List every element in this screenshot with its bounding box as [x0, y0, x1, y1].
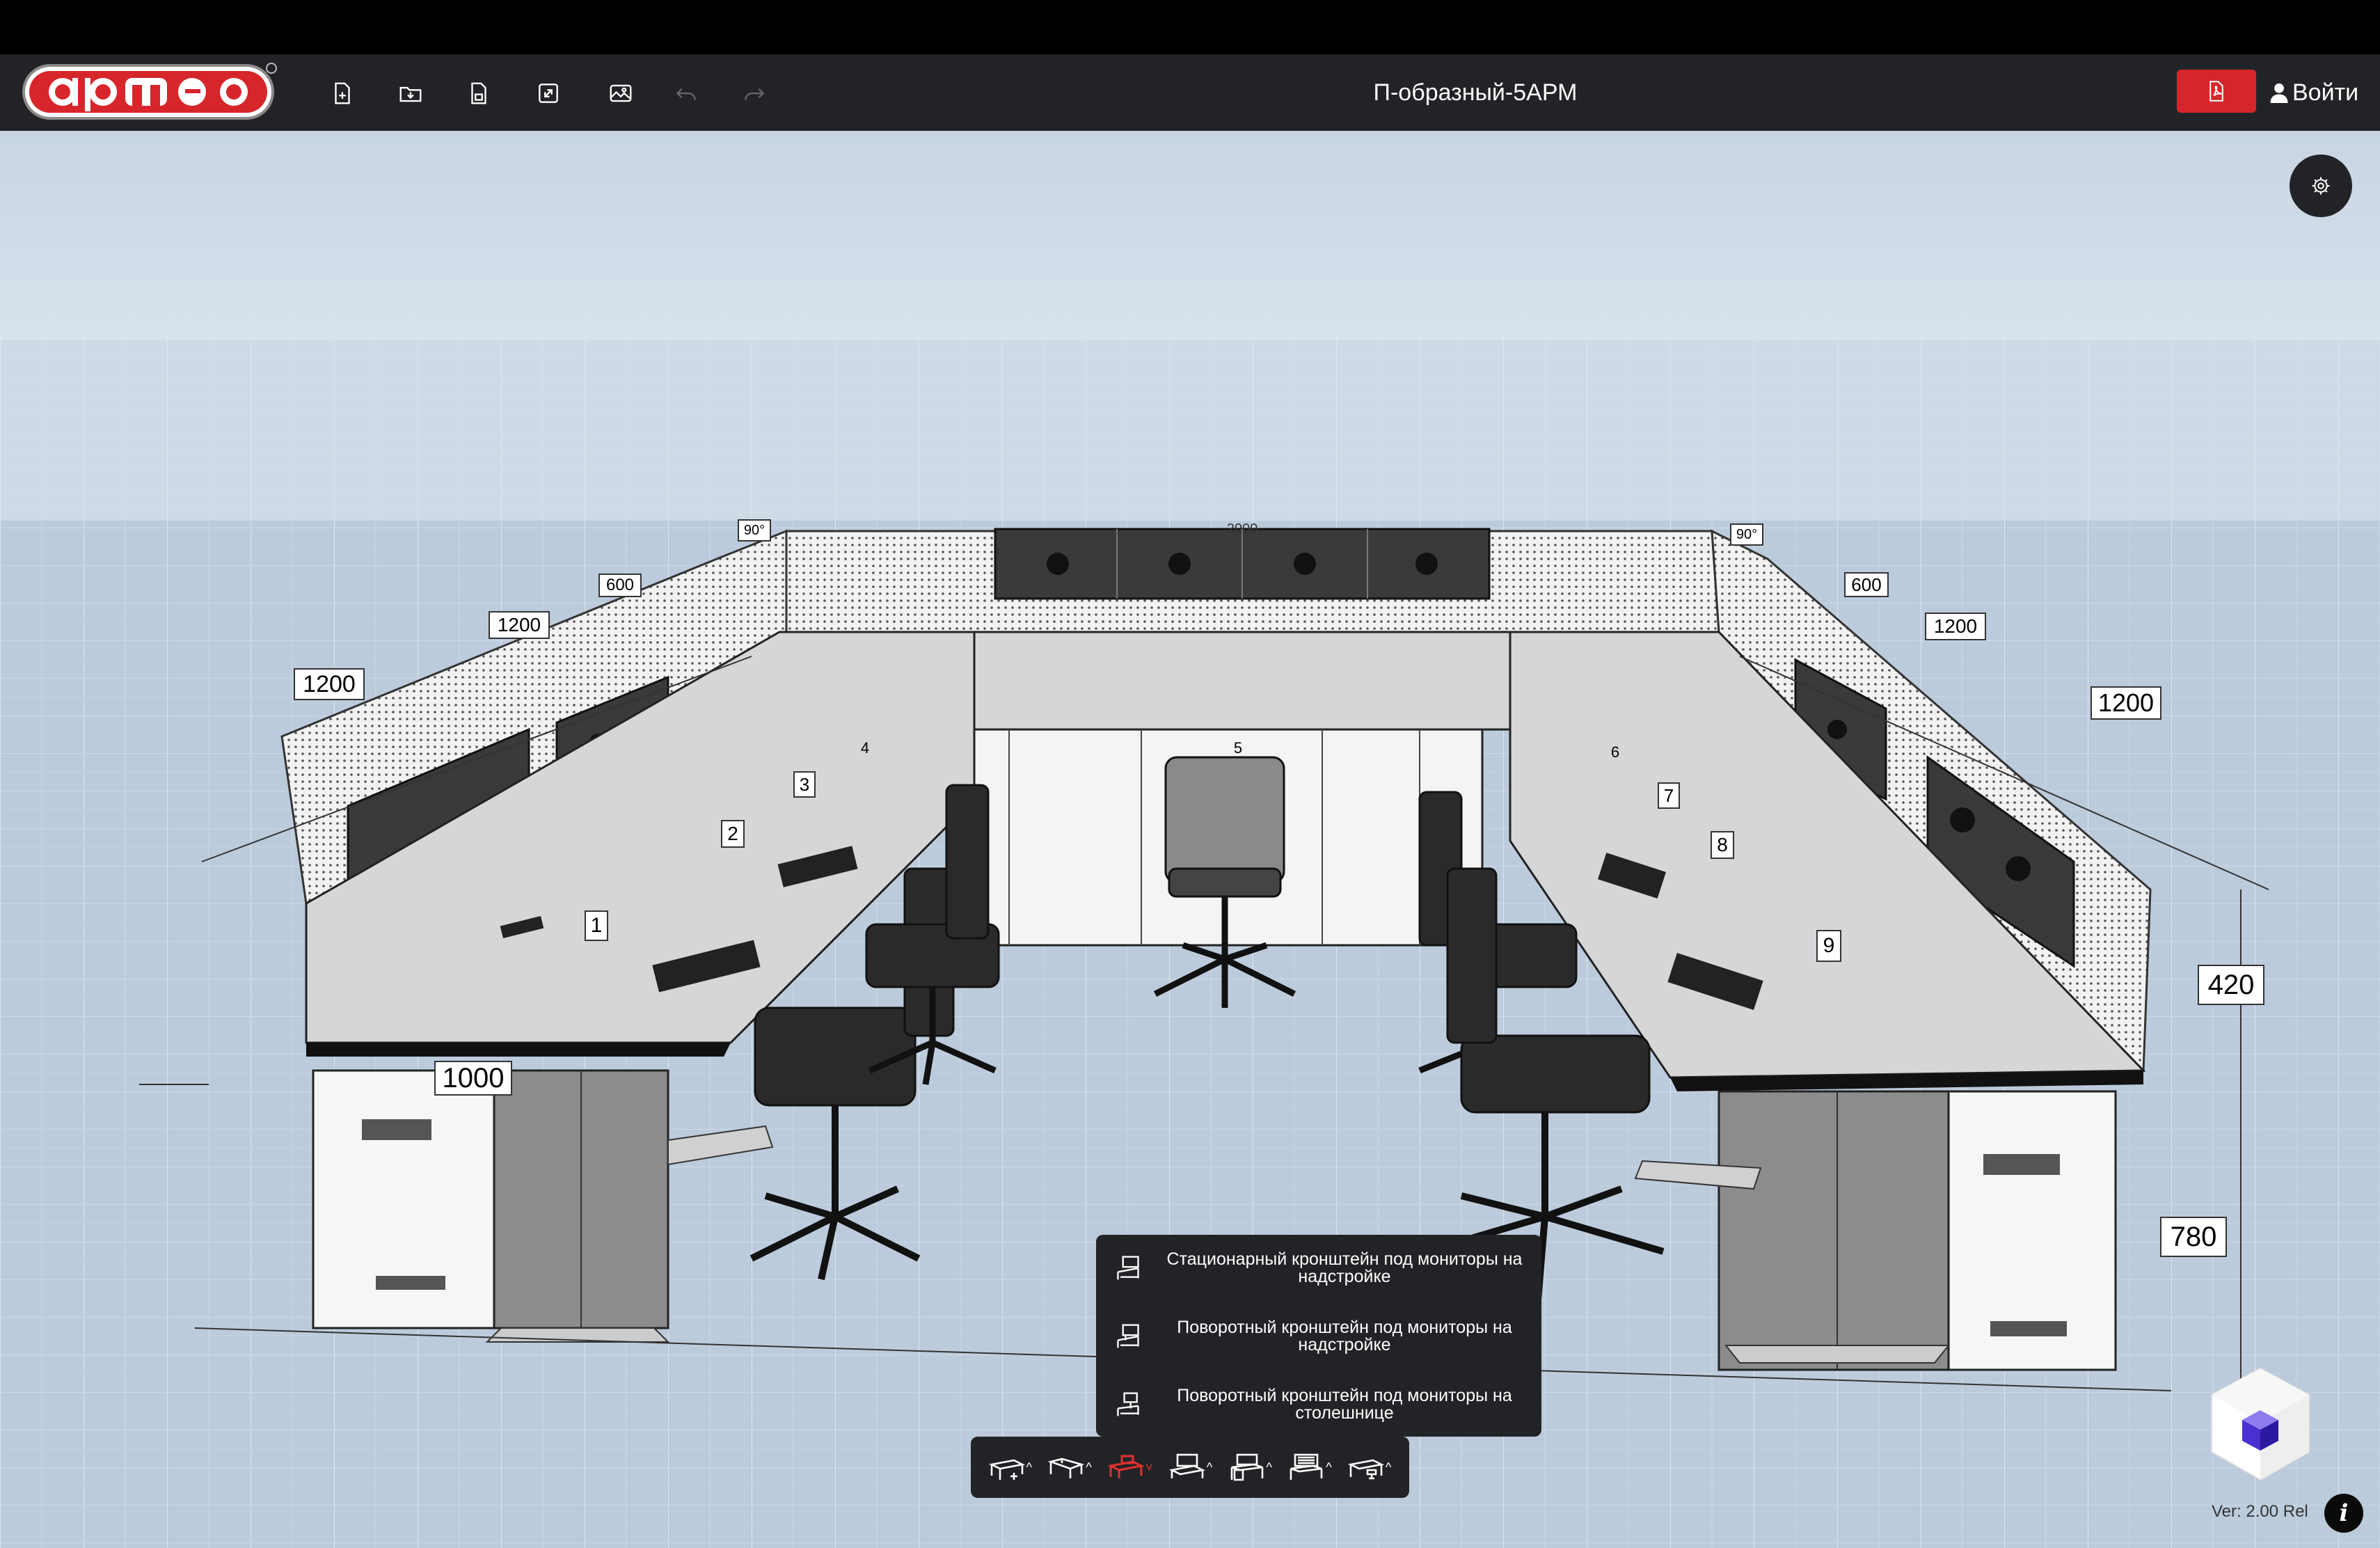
image-icon	[610, 84, 632, 102]
dimension-label: 600	[598, 574, 642, 597]
new-file-button[interactable]	[320, 71, 365, 116]
panel-icon	[1290, 1453, 1323, 1480]
fullscreen-button[interactable]	[526, 71, 571, 116]
workplace-number[interactable]: 9	[1816, 930, 1841, 962]
expand-icon	[539, 84, 558, 103]
dimension-label: 780	[2160, 1217, 2227, 1257]
angle-label: 90°	[1730, 523, 1763, 546]
gear-icon	[2312, 177, 2330, 195]
monitor-bracket-icon	[1117, 1324, 1139, 1348]
monitor-bracket-icon	[1117, 1256, 1139, 1280]
info-button[interactable]: i	[2324, 1494, 2363, 1533]
menu-item-label: Поворотный кронштейн под мониторы на сто…	[1177, 1386, 1512, 1423]
expand-caret: ^	[1026, 1460, 1033, 1474]
menu-item-label: Поворотный кронштейн под мониторы на над…	[1177, 1318, 1512, 1354]
workplace-number[interactable]: 4	[857, 739, 873, 757]
armeo-logo[interactable]	[21, 61, 277, 123]
view-cube[interactable]	[2205, 1363, 2316, 1488]
desk-plus-icon	[988, 1459, 1025, 1480]
monitor-bracket-icon	[1108, 1455, 1145, 1478]
dimension-label: 1200	[294, 668, 365, 700]
monitor-bracket-menu: Стационарный кронштейн под мониторы на н…	[1096, 1235, 1541, 1437]
expand-caret: ˅	[1145, 1460, 1153, 1474]
menu-item-label: Стационарный кронштейн под мониторы на н…	[1166, 1249, 1523, 1286]
dimension-label: 1200	[2091, 686, 2161, 720]
dimension-label: 1200	[489, 611, 550, 639]
desk-corner-tool[interactable]: ^	[1048, 1453, 1092, 1481]
object-toolbar: ^ ^ ˅ ^ ^ ^ ^	[971, 1437, 1409, 1498]
redo-icon	[745, 88, 765, 100]
dimension-label: 1200	[1925, 613, 1986, 640]
cabinet-icon	[1230, 1453, 1263, 1481]
superstructure-tool[interactable]: ^	[1168, 1453, 1213, 1481]
workplace-number[interactable]: 1	[585, 910, 608, 941]
expand-caret: ^	[1385, 1460, 1392, 1474]
dimension-label: 1000	[434, 1061, 512, 1096]
monitor-bracket-icon	[1117, 1392, 1139, 1416]
workplace-number[interactable]: 2	[721, 820, 745, 848]
workplace-number[interactable]: 8	[1711, 831, 1734, 859]
save-button[interactable]	[457, 71, 501, 116]
login-button[interactable]: Войти	[2270, 54, 2358, 131]
menu-item-swivel-bracket-tabletop[interactable]: Поворотный кронштейн под мониторы на сто…	[1096, 1371, 1541, 1438]
expand-caret: ^	[1266, 1460, 1272, 1474]
menu-item-fixed-bracket-superstructure[interactable]: Стационарный кронштейн под мониторы на н…	[1096, 1235, 1541, 1302]
angle-label: 90°	[738, 519, 771, 542]
redo-button[interactable]	[732, 71, 777, 116]
project-title: П-образный-5АРМ	[1373, 79, 1578, 106]
monitor-bracket-tool[interactable]: ˅	[1108, 1453, 1153, 1481]
screenshot-button[interactable]	[598, 71, 643, 116]
settings-button[interactable]	[2290, 155, 2352, 217]
file-plus-icon	[335, 82, 350, 104]
save-icon	[471, 82, 486, 104]
dimension-label: 600	[1844, 572, 1889, 597]
dimension-label: 2000	[1226, 521, 1258, 537]
open-file-button[interactable]	[388, 71, 433, 116]
desk-add-tool[interactable]: ^	[988, 1453, 1033, 1481]
workplace-number[interactable]: 3	[793, 771, 816, 798]
menu-item-swivel-bracket-superstructure[interactable]: Поворотный кронштейн под мониторы на над…	[1096, 1303, 1541, 1370]
folder-open-icon	[399, 86, 422, 102]
expand-caret: ^	[1206, 1460, 1213, 1474]
undo-icon	[676, 88, 696, 100]
app-header: П-образный-5АРМ Войти	[0, 54, 2380, 131]
export-pdf-button[interactable]	[2177, 70, 2256, 113]
undo-button[interactable]	[664, 71, 708, 116]
workplace-number[interactable]: 7	[1658, 782, 1680, 809]
expand-caret: ^	[1326, 1460, 1332, 1474]
chair-tool[interactable]: ^	[1347, 1453, 1392, 1481]
version-label: Ver: 2.00 Rel	[2212, 1502, 2308, 1521]
workplace-number[interactable]: 6	[1608, 743, 1623, 761]
3d-viewport[interactable]: 1200 1200 600 90° 2000 90° 600 1200 1200…	[0, 131, 2380, 1548]
dimension-label: 420	[2198, 965, 2264, 1005]
panel-tool[interactable]: ^	[1288, 1453, 1332, 1481]
superstructure-icon	[1168, 1453, 1205, 1478]
cabinet-tool[interactable]: ^	[1229, 1453, 1272, 1481]
expand-caret: ^	[1086, 1460, 1092, 1474]
workplace-number[interactable]: 5	[1230, 739, 1246, 757]
pdf-file-icon	[2210, 81, 2223, 102]
corner-desk-icon	[1048, 1458, 1085, 1478]
user-icon	[2270, 83, 2288, 103]
window-top-strip	[0, 0, 2380, 54]
login-label: Войти	[2292, 79, 2359, 106]
desk-chair-icon	[1347, 1459, 1384, 1480]
